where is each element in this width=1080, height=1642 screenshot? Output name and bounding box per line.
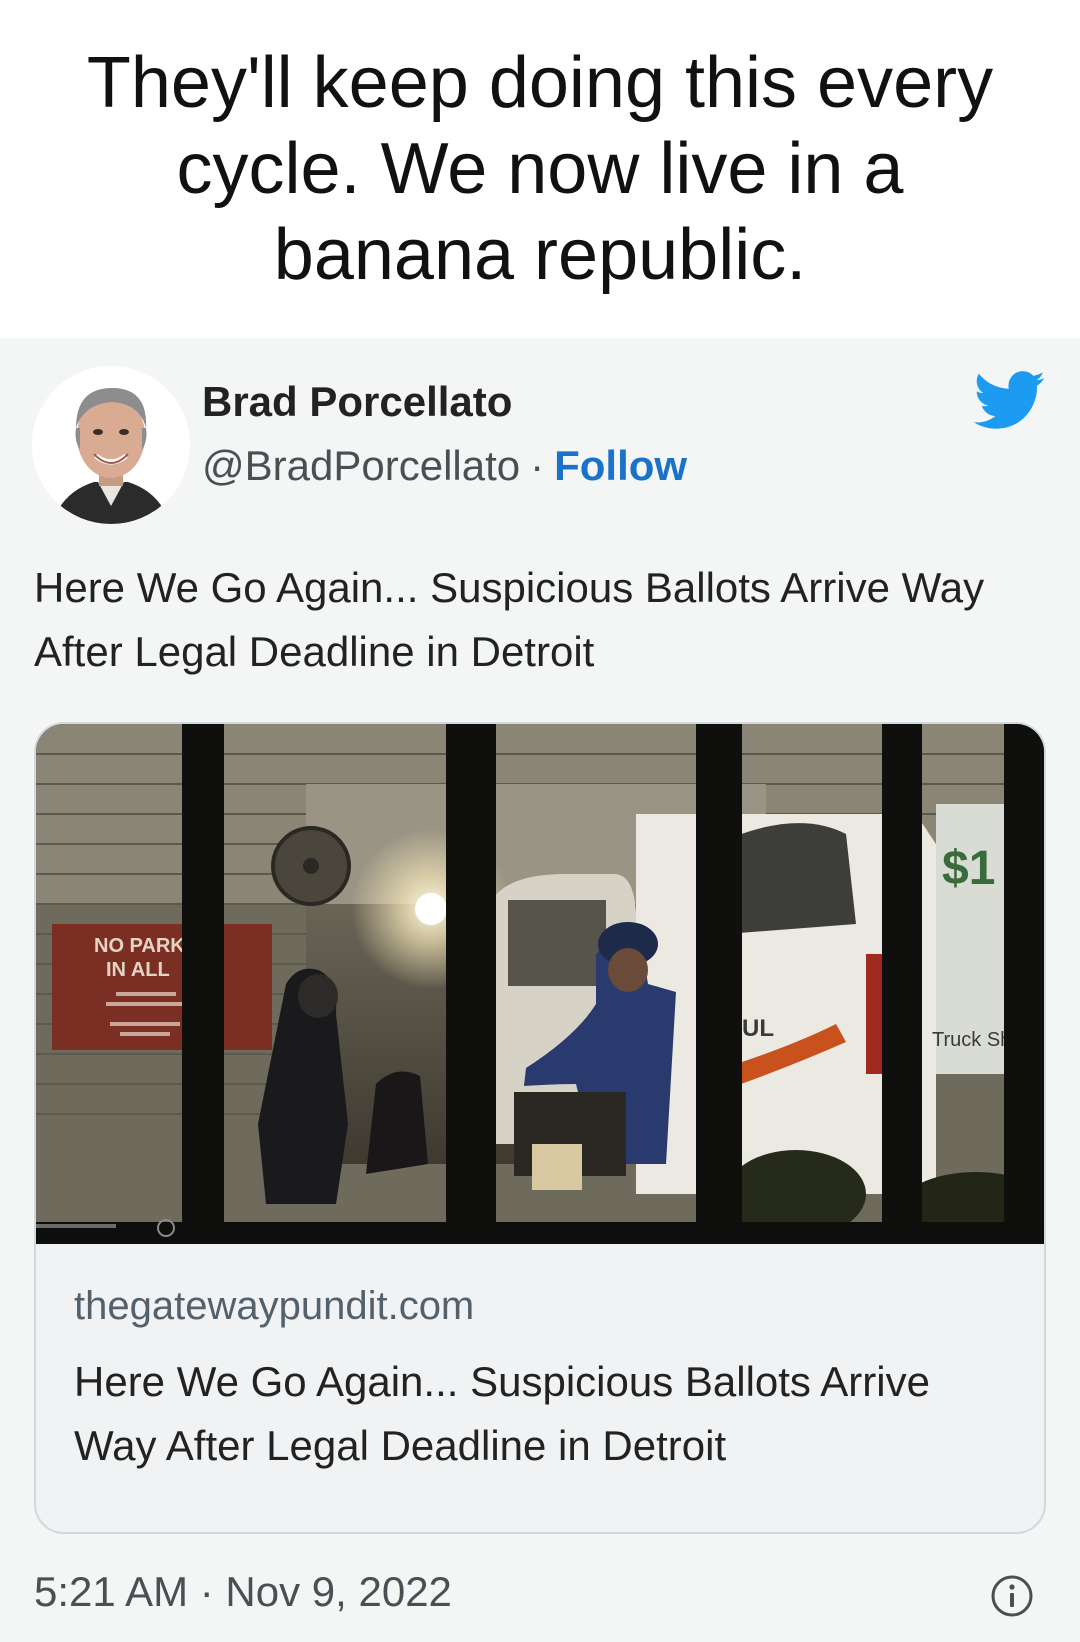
truck-price-text: $1 [942,842,995,895]
embedded-tweet: Brad Porcellato @BradPorcellato · Follow H… [0,338,1080,1642]
card-domain[interactable]: thegatewaypundit.com [74,1284,474,1329]
card-title[interactable]: Here We Go Again... Suspicious Ballots A… [74,1350,1014,1478]
author-handle-row: @BradPorcellato · Follow [202,442,687,490]
meme-caption: They'll keep doing this every cycle. We … [86,43,994,295]
tweet-text: Here We Go Again... Suspicious Ballots A… [34,564,985,675]
tweet-timestamp[interactable]: 5:21 AM · Nov 9, 2022 [34,1568,452,1616]
twitter-bird-icon[interactable] [973,370,1046,434]
author-name[interactable]: Brad Porcellato [202,378,512,426]
sign-text-1: NO PARK [94,935,185,957]
follow-button[interactable]: Follow [554,442,687,489]
info-icon[interactable] [990,1574,1034,1618]
svg-text:UL: UL [742,1015,774,1042]
author-handle[interactable]: @BradPorcellato [202,442,520,489]
page: They'll keep doing this every cycle. We … [0,0,1080,1642]
card-image[interactable]: NO PARK IN ALL UL $1 Truck Sh [36,724,1044,1244]
author-avatar[interactable] [32,366,190,524]
sign-text-2: IN ALL [106,959,170,981]
handle-separator: · [530,442,545,489]
link-preview-card[interactable]: NO PARK IN ALL UL $1 Truck Sh thegateway… [34,722,1046,1534]
truck-sign-text: Truck Sh [932,1029,1011,1051]
